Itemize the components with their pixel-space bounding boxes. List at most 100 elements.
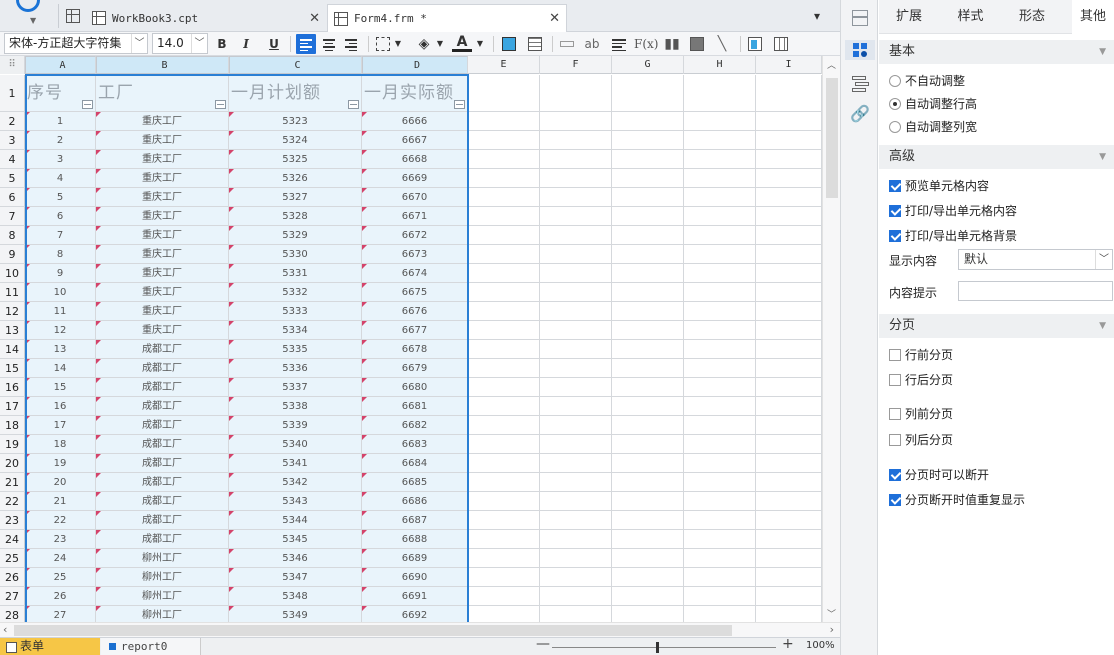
cell[interactable]: 6681	[362, 397, 468, 416]
cell[interactable]	[612, 131, 684, 150]
cell[interactable]: 成都工厂	[96, 340, 229, 359]
cell[interactable]	[540, 378, 612, 397]
cell[interactable]: 柳州工厂	[96, 568, 229, 587]
cell[interactable]	[684, 587, 756, 606]
cell[interactable]	[468, 511, 540, 530]
cell[interactable]	[684, 606, 756, 622]
cell[interactable]: 6678	[362, 340, 468, 359]
cell[interactable]	[540, 435, 612, 454]
cell[interactable]: 6	[25, 207, 96, 226]
cell[interactable]	[684, 359, 756, 378]
row-number[interactable]: 2	[0, 112, 25, 131]
cell[interactable]: 2	[25, 131, 96, 150]
cell[interactable]	[468, 75, 540, 112]
cell[interactable]: 11	[25, 302, 96, 321]
cell[interactable]: 6670	[362, 188, 468, 207]
cell[interactable]: 重庆工厂	[96, 169, 229, 188]
scroll-left-icon[interactable]: ‹	[3, 623, 7, 636]
checkbox-print-export-content[interactable]: 打印/导出单元格内容	[889, 201, 1017, 221]
cell[interactable]: 5340	[229, 435, 362, 454]
cell[interactable]	[540, 530, 612, 549]
cell[interactable]	[756, 378, 822, 397]
cell[interactable]: 5348	[229, 587, 362, 606]
cell[interactable]	[468, 340, 540, 359]
cell[interactable]	[684, 112, 756, 131]
cell[interactable]	[684, 169, 756, 188]
cell[interactable]: 8	[25, 245, 96, 264]
cell[interactable]	[756, 359, 822, 378]
cell[interactable]	[756, 492, 822, 511]
cell[interactable]: 21	[25, 492, 96, 511]
cell[interactable]	[468, 587, 540, 606]
align-center-button[interactable]	[319, 34, 339, 54]
cell[interactable]: 6666	[362, 112, 468, 131]
section-advanced[interactable]: 高级 ▼	[879, 145, 1114, 169]
column-header-h[interactable]: H	[684, 56, 756, 74]
cell[interactable]	[540, 492, 612, 511]
cell[interactable]	[612, 378, 684, 397]
chart-icon[interactable]: ▮▮	[662, 34, 682, 54]
cell[interactable]: 6682	[362, 416, 468, 435]
cell[interactable]: 5323	[229, 112, 362, 131]
tab-extend[interactable]: 扩展	[879, 0, 939, 34]
cell[interactable]	[468, 454, 540, 473]
close-icon[interactable]: ✕	[549, 11, 560, 26]
column-layout-icon[interactable]	[774, 37, 788, 51]
cell[interactable]: 重庆工厂	[96, 245, 229, 264]
layout-icon[interactable]	[850, 8, 870, 28]
row-number[interactable]: 22	[0, 492, 25, 511]
insert-widget-icon[interactable]	[502, 37, 516, 51]
radio-auto-row-height[interactable]: 自动调整行高	[889, 94, 977, 114]
align-right-button[interactable]	[341, 34, 361, 54]
cell[interactable]	[540, 112, 612, 131]
cell[interactable]	[540, 473, 612, 492]
select-all-corner[interactable]: ⠿	[0, 56, 25, 74]
font-family-select[interactable]: 宋体-方正超大字符集 ﹀	[4, 33, 148, 54]
cell[interactable]	[756, 75, 822, 112]
tab-shape[interactable]: 形态	[1002, 0, 1062, 34]
cell[interactable]	[468, 207, 540, 226]
paragraph-icon[interactable]	[608, 34, 628, 54]
cell[interactable]	[684, 283, 756, 302]
chevron-down-icon[interactable]: ▼	[392, 34, 404, 54]
column-header-d[interactable]: D	[362, 56, 468, 74]
cell[interactable]	[612, 568, 684, 587]
cell[interactable]: 22	[25, 511, 96, 530]
cell[interactable]	[612, 606, 684, 622]
cell[interactable]	[756, 169, 822, 188]
cell[interactable]	[684, 75, 756, 112]
underline-button[interactable]: U	[264, 34, 284, 54]
cell[interactable]	[540, 75, 612, 112]
cell[interactable]	[756, 302, 822, 321]
cell[interactable]: 6690	[362, 568, 468, 587]
cell[interactable]	[684, 549, 756, 568]
cell[interactable]: 14	[25, 359, 96, 378]
row-number[interactable]: 25	[0, 549, 25, 568]
column-header-i[interactable]: I	[756, 56, 822, 74]
cell[interactable]: 10	[25, 283, 96, 302]
cell[interactable]	[540, 606, 612, 622]
cell[interactable]: 6671	[362, 207, 468, 226]
row-number[interactable]: 28	[0, 606, 25, 622]
cell[interactable]	[468, 397, 540, 416]
cell[interactable]	[468, 492, 540, 511]
cell[interactable]	[756, 131, 822, 150]
cell[interactable]	[612, 321, 684, 340]
cell[interactable]: 5341	[229, 454, 362, 473]
checkbox-can-break-on-page[interactable]: 分页时可以断开	[889, 465, 989, 485]
cell[interactable]: 成都工厂	[96, 454, 229, 473]
scroll-up-icon[interactable]: ︿	[827, 58, 836, 71]
hyperlink-icon[interactable]: 🔗	[850, 104, 870, 124]
checkbox-print-export-background[interactable]: 打印/导出单元格背景	[889, 226, 1017, 246]
row-number[interactable]: 9	[0, 245, 25, 264]
cell[interactable]: 6675	[362, 283, 468, 302]
section-paging[interactable]: 分页 ▼	[879, 314, 1114, 338]
cell[interactable]: 6680	[362, 378, 468, 397]
cell[interactable]	[612, 359, 684, 378]
column-header-a[interactable]: A	[25, 56, 96, 74]
cell[interactable]	[468, 245, 540, 264]
cell[interactable]	[756, 245, 822, 264]
tab-other[interactable]: 其他	[1072, 0, 1114, 34]
grid-toggle-icon[interactable]	[66, 9, 80, 23]
cell[interactable]	[684, 416, 756, 435]
